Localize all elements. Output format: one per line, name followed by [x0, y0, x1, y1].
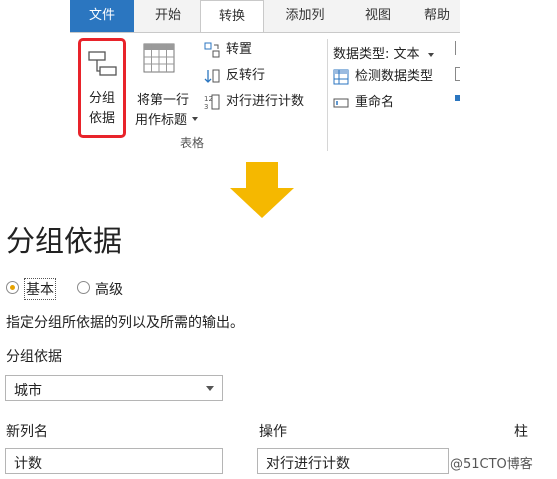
- ribbon-panel: 分组 依据 将第一行 用作标题 转置 反转行 12 3 对行进行计数 表格 数据…: [70, 32, 460, 158]
- group-by-field-label: 分组依据: [6, 349, 62, 365]
- group-by-button[interactable]: 分组 依据: [78, 38, 126, 138]
- use-header-label-2: 用作标题: [134, 113, 187, 128]
- rename-icon: [333, 98, 349, 108]
- tab-add-column[interactable]: 添加列: [270, 0, 340, 32]
- new-column-name-value: 计数: [14, 456, 42, 472]
- count-rows-icon: 12 3: [204, 94, 220, 110]
- use-header-label-1: 将第一行: [136, 93, 189, 108]
- operation-select-value: 对行进行计数: [266, 456, 350, 472]
- group-by-select[interactable]: 城市: [5, 375, 223, 401]
- tab-transform[interactable]: 转换: [200, 0, 264, 33]
- new-column-name-input[interactable]: 计数: [5, 448, 223, 474]
- dialog-title: 分组依据: [6, 224, 123, 258]
- transpose-label: 转置: [226, 42, 253, 57]
- radio-basic-label: 基本: [24, 278, 56, 300]
- tab-help[interactable]: 帮助: [414, 0, 460, 32]
- column-label: 柱: [514, 424, 528, 440]
- operation-select[interactable]: 对行进行计数: [257, 448, 449, 474]
- radio-basic-indicator[interactable]: [6, 281, 19, 294]
- radio-advanced[interactable]: 高级: [77, 279, 137, 298]
- dialog-description: 指定分组所依据的列以及所需的输出。: [6, 315, 244, 331]
- transpose-icon: [204, 42, 220, 58]
- data-type-label: 数据类型: 文本: [333, 47, 420, 62]
- svg-text:3: 3: [204, 103, 208, 110]
- dropdown-arrow-icon: [192, 117, 198, 121]
- clipped-icon: [455, 41, 460, 55]
- operation-label: 操作: [259, 424, 287, 440]
- table-group-label: 表格: [180, 136, 205, 150]
- radio-basic[interactable]: 基本: [6, 278, 66, 300]
- rename-label: 重命名: [355, 95, 395, 110]
- tab-file[interactable]: 文件: [70, 0, 134, 32]
- clipped-icon: [455, 95, 460, 101]
- group-by-icon: [88, 51, 117, 76]
- watermark: @51CTO博客: [450, 457, 533, 472]
- radio-advanced-indicator[interactable]: [77, 281, 90, 294]
- tab-home[interactable]: 开始: [140, 0, 196, 32]
- ribbon-tabbar: 文件 开始 转换 添加列 视图 帮助: [70, 0, 460, 33]
- group-by-label-2: 依据: [88, 111, 115, 126]
- radio-advanced-label: 高级: [95, 282, 123, 298]
- chevron-down-icon: [206, 386, 214, 391]
- tab-view[interactable]: 视图: [350, 0, 406, 32]
- down-arrow-icon: [230, 162, 294, 218]
- group-separator: [327, 39, 328, 151]
- detect-data-type-icon: [333, 69, 349, 85]
- count-rows-label: 对行进行计数: [226, 94, 305, 109]
- clipped-icon: [455, 67, 460, 81]
- dropdown-arrow-icon: [427, 52, 434, 57]
- ribbon: 文件 开始 转换 添加列 视图 帮助 分组 依据 将第一行 用作标题 转置 反转…: [70, 0, 460, 158]
- group-by-select-value: 城市: [14, 383, 42, 399]
- group-by-label-1: 分组: [88, 91, 115, 106]
- new-column-name-label: 新列名: [6, 424, 48, 440]
- use-first-row-as-headers-button[interactable]: 将第一行 用作标题: [128, 39, 198, 128]
- detect-data-type-label: 检测数据类型: [355, 69, 434, 84]
- reverse-rows-label: 反转行: [226, 68, 266, 83]
- data-type-dropdown[interactable]: 数据类型: 文本: [333, 43, 434, 62]
- table-header-icon: [143, 43, 175, 73]
- reverse-rows-icon: [204, 69, 220, 83]
